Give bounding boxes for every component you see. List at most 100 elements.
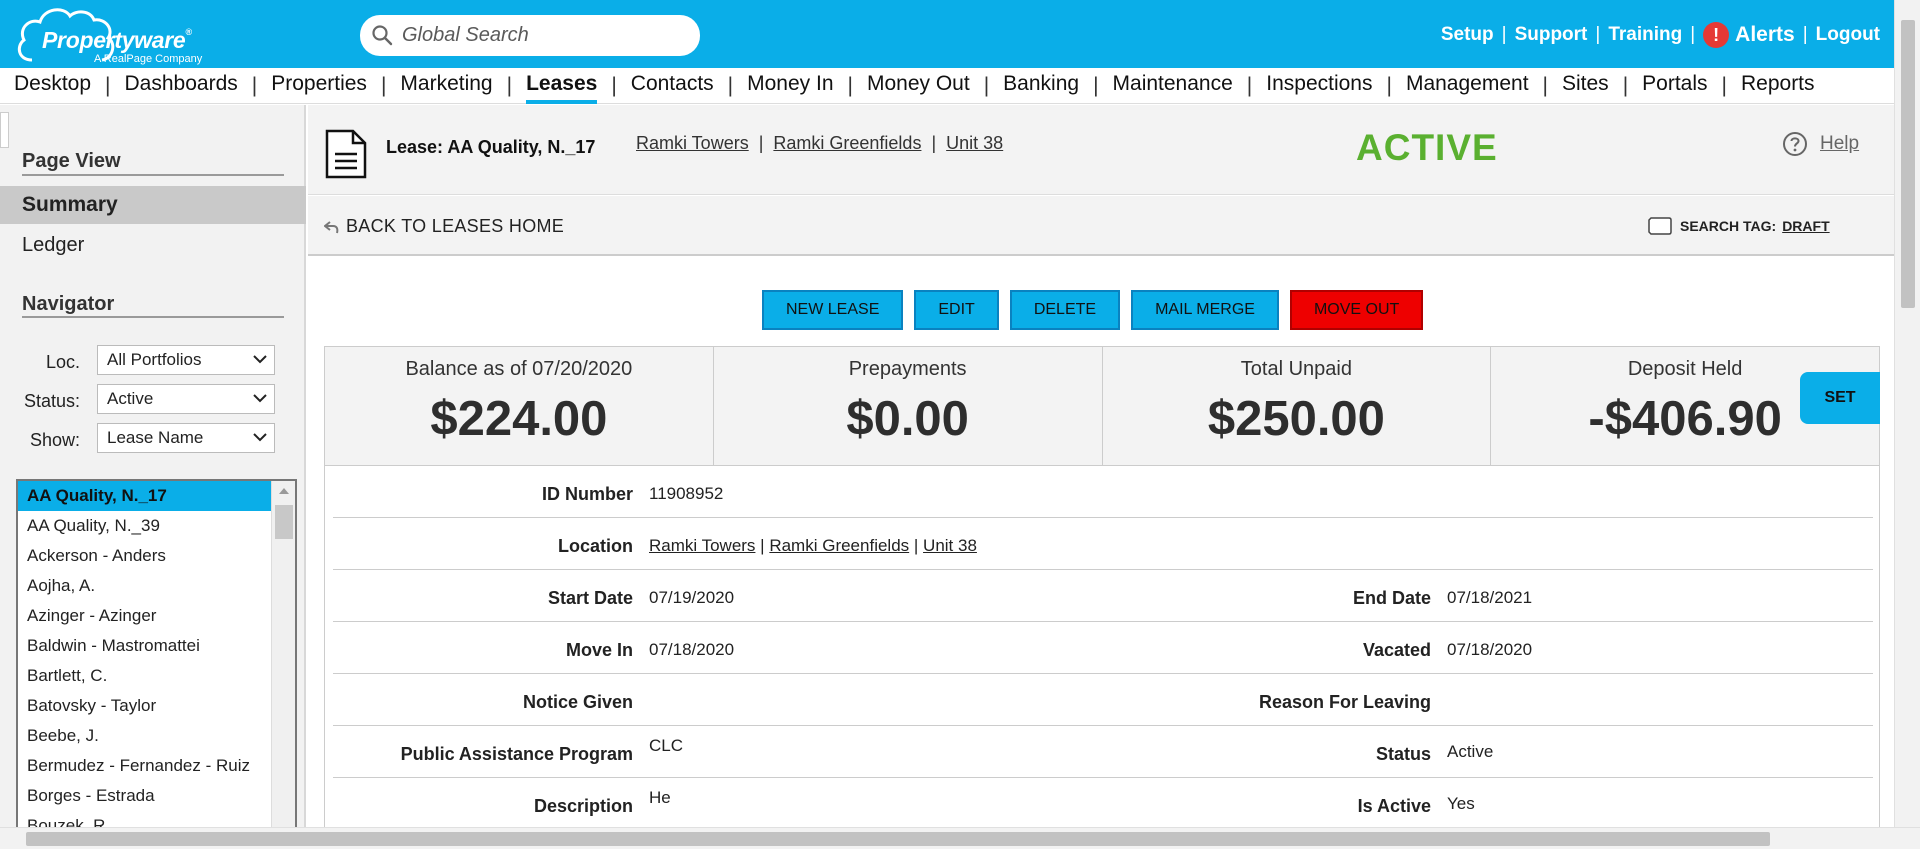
alerts-link[interactable]: Alerts	[1735, 23, 1795, 47]
location-filter-select[interactable]: All Portfolios	[97, 345, 275, 375]
show-filter-row: Show: Lease Name	[0, 423, 306, 455]
logout-link[interactable]: Logout	[1816, 24, 1880, 46]
breadcrumb-property[interactable]: Ramki Towers	[636, 133, 749, 153]
separator: |	[380, 73, 387, 97]
start-date-label: Start Date	[547, 588, 633, 608]
lease-list-item[interactable]: Azinger - Azinger	[18, 601, 272, 631]
lease-list-scrollbar[interactable]	[271, 481, 295, 827]
reason-for-leaving-label: Reason For Leaving	[1258, 692, 1431, 712]
status-filter-label: Status:	[23, 391, 80, 411]
global-search-input[interactable]	[400, 22, 685, 48]
back-arrow-icon	[324, 220, 339, 233]
show-filter-value: Lease Name	[107, 428, 204, 447]
detail-row: Description He Is Active Yes	[333, 778, 1873, 830]
detail-row: Notice Given Reason For Leaving	[333, 674, 1873, 726]
page-horizontal-scrollbar[interactable]	[0, 827, 1920, 849]
nav-inspections[interactable]: Inspections	[1266, 72, 1372, 104]
lease-list-item[interactable]: Beebe, J.	[18, 721, 272, 751]
help-link[interactable]: Help	[1820, 133, 1859, 155]
location-building-link[interactable]: Ramki Greenfields	[769, 536, 909, 555]
search-tag-value[interactable]: DRAFT	[1782, 218, 1829, 234]
breadcrumb-building[interactable]: Ramki Greenfields	[773, 133, 921, 153]
move-out-button[interactable]: MOVE OUT	[1289, 290, 1424, 330]
sidebar-collapse-handle[interactable]	[0, 112, 9, 148]
location-property-link[interactable]: Ramki Towers	[649, 536, 755, 555]
mail-merge-button[interactable]: MAIL MERGE	[1131, 290, 1279, 330]
lease-list-item[interactable]: Aojha, A.	[18, 571, 272, 601]
balance-value: $224.00	[430, 392, 608, 446]
lease-list-scroll-thumb[interactable]	[275, 505, 293, 539]
navigator-heading: Navigator	[22, 293, 115, 315]
delete-button[interactable]: DELETE	[1009, 290, 1121, 330]
nav-desktop[interactable]: Desktop	[14, 72, 91, 104]
nav-reports[interactable]: Reports	[1741, 72, 1815, 104]
scroll-up-icon[interactable]	[279, 487, 289, 494]
support-link[interactable]: Support	[1515, 24, 1588, 46]
public-assistance-label: Public Assistance Program	[400, 744, 633, 764]
location-unit-link[interactable]: Unit 38	[923, 536, 977, 555]
help-icon[interactable]	[1782, 131, 1808, 157]
page-horizontal-scroll-thumb[interactable]	[26, 832, 1770, 846]
separator: |	[611, 73, 617, 97]
lease-list-item[interactable]: Ackerson - Anders	[18, 541, 272, 571]
nav-leases[interactable]: Leases	[526, 72, 598, 104]
total-unpaid-label: Total Unpaid	[1240, 358, 1352, 380]
lease-title: Lease: AA Quality, N._17	[386, 137, 596, 157]
back-to-leases-link[interactable]: BACK TO LEASES HOME	[324, 216, 564, 237]
edit-button[interactable]: EDIT	[914, 290, 999, 330]
new-lease-button[interactable]: NEW LEASE	[762, 290, 904, 330]
detail-row: Start Date 07/19/2020 End Date 07/18/202…	[333, 570, 1873, 622]
page-view-ledger[interactable]: Ledger	[22, 234, 84, 257]
separator: |	[760, 536, 765, 555]
brand-tagline: A RealPage Company	[94, 53, 203, 65]
show-filter-label: Show:	[29, 430, 80, 450]
page-view-summary[interactable]: Summary	[0, 186, 306, 224]
balance-tile: Balance as of 07/20/2020 $224.00	[325, 347, 714, 465]
page-view-heading: Page View	[22, 150, 121, 172]
separator: |	[1690, 24, 1696, 45]
lease-list-item[interactable]: AA Quality, N._39	[18, 511, 272, 541]
status-filter-select[interactable]: Active	[97, 384, 275, 414]
nav-properties[interactable]: Properties	[271, 72, 367, 104]
lease-list[interactable]: AA Quality, N._17 AA Quality, N._39 Acke…	[16, 479, 297, 829]
nav-management[interactable]: Management	[1406, 72, 1529, 104]
nav-maintenance[interactable]: Maintenance	[1113, 72, 1233, 104]
propertyware-logo[interactable]: Propertyware® A RealPage Company	[14, 2, 209, 66]
nav-sites[interactable]: Sites	[1562, 72, 1609, 104]
location-label: Location	[558, 536, 633, 556]
page-vertical-scrollbar[interactable]	[1894, 0, 1920, 827]
lease-header: Lease: AA Quality, N._17 Ramki Towers | Ra…	[308, 105, 1894, 195]
separator: |	[1622, 73, 1629, 97]
description-label: Description	[533, 796, 633, 816]
lease-list-item[interactable]: Bartlett, C.	[18, 661, 272, 691]
lease-list-item[interactable]: Baldwin - Mastromattei	[18, 631, 272, 661]
prepayments-value: $0.00	[846, 392, 969, 446]
page-vertical-scroll-thumb[interactable]	[1901, 20, 1915, 308]
global-search-box[interactable]	[360, 15, 700, 56]
set-button[interactable]: SET	[1800, 372, 1880, 424]
setup-link[interactable]: Setup	[1441, 24, 1494, 46]
balance-summary: Balance as of 07/20/2020 $224.00 Prepaym…	[324, 346, 1880, 466]
separator: |	[727, 73, 734, 97]
nav-dashboards[interactable]: Dashboards	[125, 72, 238, 104]
lease-list-item[interactable]: AA Quality, N._17	[18, 481, 272, 511]
nav-portals[interactable]: Portals	[1642, 72, 1707, 104]
nav-money-in[interactable]: Money In	[747, 72, 833, 104]
lease-list-item[interactable]: Bermudez - Fernandez - Ruiz	[18, 751, 272, 781]
nav-money-out[interactable]: Money Out	[867, 72, 970, 104]
lease-list-item[interactable]: Batovsky - Taylor	[18, 691, 272, 721]
separator: |	[1501, 24, 1507, 45]
alert-icon[interactable]: !	[1703, 22, 1730, 48]
start-date-value: 07/19/2020	[649, 588, 735, 607]
nav-marketing[interactable]: Marketing	[400, 72, 492, 104]
nav-banking[interactable]: Banking	[1003, 72, 1079, 104]
lease-list-item[interactable]: Borges - Estrada	[18, 781, 272, 811]
show-filter-select[interactable]: Lease Name	[97, 423, 275, 453]
nav-contacts[interactable]: Contacts	[631, 72, 714, 104]
location-filter-row: Loc. All Portfolios	[0, 345, 306, 377]
prepayments-label: Prepayments	[848, 358, 967, 380]
breadcrumb: Ramki Towers | Ramki Greenfields | Unit 38	[636, 133, 1003, 154]
breadcrumb-unit[interactable]: Unit 38	[946, 133, 1003, 153]
training-link[interactable]: Training	[1608, 24, 1682, 46]
detail-row: Move In 07/18/2020 Vacated 07/18/2020	[333, 622, 1873, 674]
